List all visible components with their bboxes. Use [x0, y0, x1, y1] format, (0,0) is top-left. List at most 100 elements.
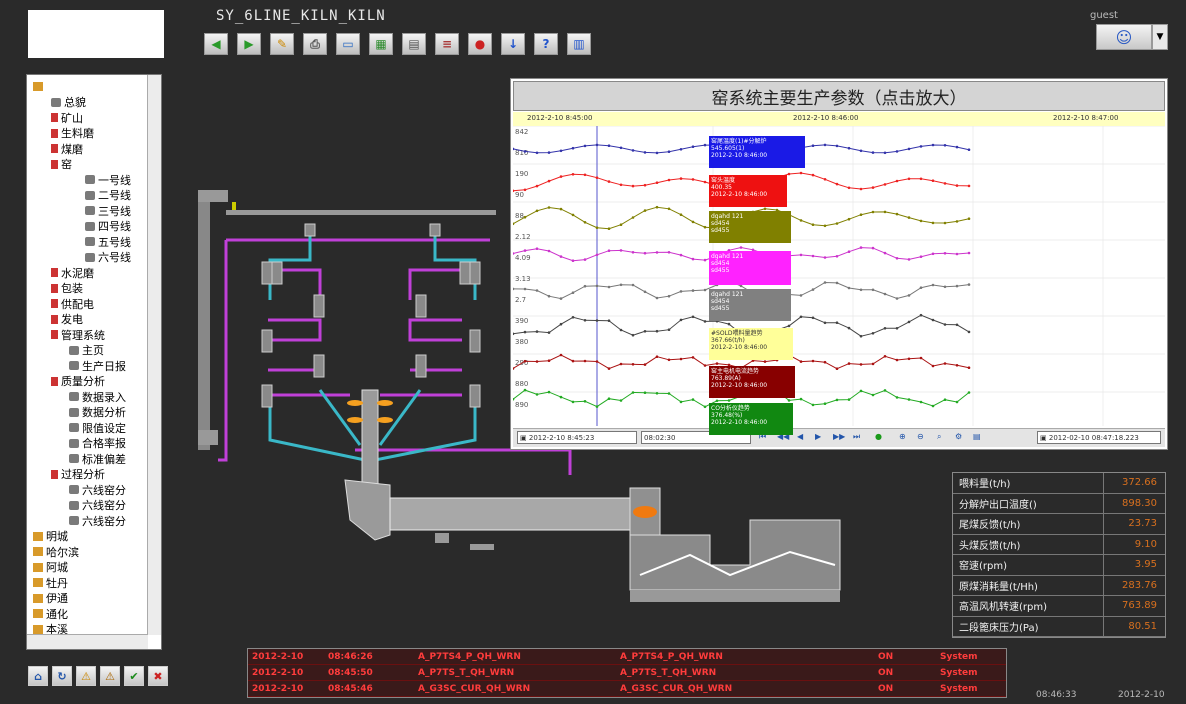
trend-plot[interactable]: 84281019090882.124.093.132.7390380290880…: [513, 126, 1165, 426]
tree-item[interactable]: 阿城: [31, 560, 147, 576]
trend-data-tag[interactable]: 窑尾温度(1)#分解炉 545.605(1) 2012-2-10 8:46:00: [709, 136, 805, 168]
tree-horizontal-scrollbar[interactable]: [27, 634, 148, 649]
trend-data-tag[interactable]: CO分析仪趋势 376.48(%) 2012-2-10 8:46:00: [709, 403, 793, 435]
tree-item[interactable]: 包装: [31, 281, 147, 297]
tree-item[interactable]: 一号线: [31, 172, 147, 188]
start-time-field[interactable]: ▣ 2012-2-10 8:45:23: [517, 431, 637, 444]
bar-chart-button[interactable]: ▥: [567, 33, 591, 55]
help-button[interactable]: ?: [534, 33, 558, 55]
tree-item[interactable]: 限值设定: [31, 420, 147, 436]
trend-point: [631, 283, 635, 287]
end-icon[interactable]: ⏭: [853, 432, 863, 443]
trend-data-tag[interactable]: dgahd 121 sd454 sd455: [709, 211, 791, 243]
zoom-in-icon[interactable]: ⊕: [899, 432, 909, 443]
user-button[interactable]: ☺: [1096, 24, 1152, 50]
fast-forward-icon[interactable]: ▶▶: [833, 432, 845, 443]
warning-button[interactable]: ⚠: [76, 666, 96, 686]
user-dropdown-button[interactable]: ▼: [1152, 24, 1168, 50]
trend-data-tag[interactable]: 窑主电机电流趋势 763.89(A) 2012-2-10 8:46:00: [709, 366, 795, 398]
tree-item[interactable]: 主页: [31, 343, 147, 359]
tree-item[interactable]: 合格率报: [31, 436, 147, 452]
tree-item[interactable]: 明城: [31, 529, 147, 545]
tree-item[interactable]: [31, 79, 147, 95]
tree-item[interactable]: 生产日报: [31, 358, 147, 374]
stop-button[interactable]: ●: [468, 33, 492, 55]
tree-item[interactable]: 管理系统: [31, 327, 147, 343]
trend-point: [871, 210, 875, 214]
tree-item[interactable]: 三号线: [31, 203, 147, 219]
tree-item[interactable]: 水泥磨: [31, 265, 147, 281]
tree-item[interactable]: 数据分析: [31, 405, 147, 421]
close-button[interactable]: ✖: [148, 666, 168, 686]
tree-item[interactable]: 数据录入: [31, 389, 147, 405]
tree-item-label: 生料磨: [61, 127, 94, 141]
trend-point: [871, 332, 875, 335]
trend-title[interactable]: 窑系统主要生产参数（点击放大）: [513, 81, 1165, 111]
tree-item[interactable]: 四号线: [31, 219, 147, 235]
tag-line: #SOLD喂料量趋势: [711, 330, 763, 337]
grid-button[interactable]: ▤: [402, 33, 426, 55]
zoom-out-icon[interactable]: ⊖: [917, 432, 927, 443]
report-button[interactable]: ≡: [435, 33, 459, 55]
param-value: 23.73: [1103, 514, 1165, 534]
tree-item[interactable]: 通化: [31, 606, 147, 622]
tree-item[interactable]: 伊通: [31, 591, 147, 607]
chart-button[interactable]: ▦: [369, 33, 393, 55]
warning-list-button[interactable]: ⚠: [100, 666, 120, 686]
print-button[interactable]: ⎙: [303, 33, 327, 55]
edit-button[interactable]: ✎: [270, 33, 294, 55]
back-icon[interactable]: ◀: [797, 432, 807, 443]
status-date: 2012-2-10: [1118, 690, 1165, 700]
trend-data-tag[interactable]: 窑头温度 400.35 2012-2-10 8:46:00: [709, 175, 787, 207]
alarm-time: 08:45:50: [328, 667, 373, 678]
tree-item[interactable]: 五号线: [31, 234, 147, 250]
trend-data-tag[interactable]: dgahd 121 sd454 sd455: [709, 251, 791, 285]
live-icon[interactable]: ●: [875, 432, 885, 443]
tree-item[interactable]: 哈尔滨: [31, 544, 147, 560]
tree-item[interactable]: 总貌: [31, 95, 147, 111]
tree-item[interactable]: 过程分析: [31, 467, 147, 483]
tree-item[interactable]: 窑: [31, 157, 147, 173]
tree-item[interactable]: 六线窑分: [31, 513, 147, 529]
settings-icon[interactable]: ⚙: [955, 432, 965, 443]
export-icon[interactable]: ▤: [973, 432, 983, 443]
alarm-list[interactable]: 2012-2-10 08:46:26 A_P7TS4_P_QH_WRN A_P7TS4…: [247, 648, 1007, 698]
tree-item[interactable]: 煤磨: [31, 141, 147, 157]
alarm-row[interactable]: 2012-2-10 08:45:50 A_P7TS_T_QH_WRN A_P7TS_T…: [248, 665, 1006, 681]
tree-item[interactable]: 标准偏差: [31, 451, 147, 467]
tree-item[interactable]: 发电: [31, 312, 147, 328]
trend-data-tag[interactable]: dgahd 121 sd454 sd455: [709, 289, 791, 321]
tree-item[interactable]: 供配电: [31, 296, 147, 312]
tree-item-label: 六线窑分: [82, 499, 126, 513]
window-button[interactable]: ▭: [336, 33, 360, 55]
tree-item[interactable]: 牡丹: [31, 575, 147, 591]
tree-item-label: 哈尔滨: [46, 545, 79, 559]
tree-item[interactable]: 矿山: [31, 110, 147, 126]
refresh-button[interactable]: ↻: [52, 666, 72, 686]
alarm-row[interactable]: 2012-2-10 08:46:26 A_P7TS4_P_QH_WRN A_P7TS4…: [248, 649, 1006, 665]
trend-point: [547, 179, 551, 183]
check-button[interactable]: ✔: [124, 666, 144, 686]
trend-point: [895, 297, 899, 300]
home-button[interactable]: ⌂: [28, 666, 48, 686]
tree-item[interactable]: 二号线: [31, 188, 147, 204]
magnify-icon[interactable]: ⌕: [937, 432, 947, 443]
trend-point: [835, 281, 839, 285]
back-button[interactable]: ◀: [204, 33, 228, 55]
tree-item-label: 六线窑分: [82, 514, 126, 528]
trend-data-tag[interactable]: #SOLD喂料量趋势 367.66(t/h) 2012-2-10 8:46:00: [709, 328, 793, 360]
download-button[interactable]: ↓: [501, 33, 525, 55]
tree-item[interactable]: 六号线: [31, 250, 147, 266]
alarm-row[interactable]: 2012-2-10 08:45:46 A_G3SC_CUR_QH_WRN A_G3SC…: [248, 681, 1006, 697]
tree-item[interactable]: 生料磨: [31, 126, 147, 142]
end-time-field[interactable]: ▣ 2012-02-10 08:47:18.223: [1037, 431, 1161, 444]
tree-item[interactable]: 质量分析: [31, 374, 147, 390]
trend-point: [583, 221, 587, 224]
forward-icon[interactable]: ▶: [815, 432, 825, 443]
trend-panel[interactable]: 窑系统主要生产参数（点击放大） 2012-2-10 8:45:00 2012-2…: [510, 78, 1168, 450]
tree-vertical-scrollbar[interactable]: [147, 75, 161, 635]
tree-item[interactable]: 六线窑分: [31, 498, 147, 514]
trend-point: [943, 221, 947, 225]
forward-button[interactable]: ▶: [237, 33, 261, 55]
tree-item[interactable]: 六线窑分: [31, 482, 147, 498]
